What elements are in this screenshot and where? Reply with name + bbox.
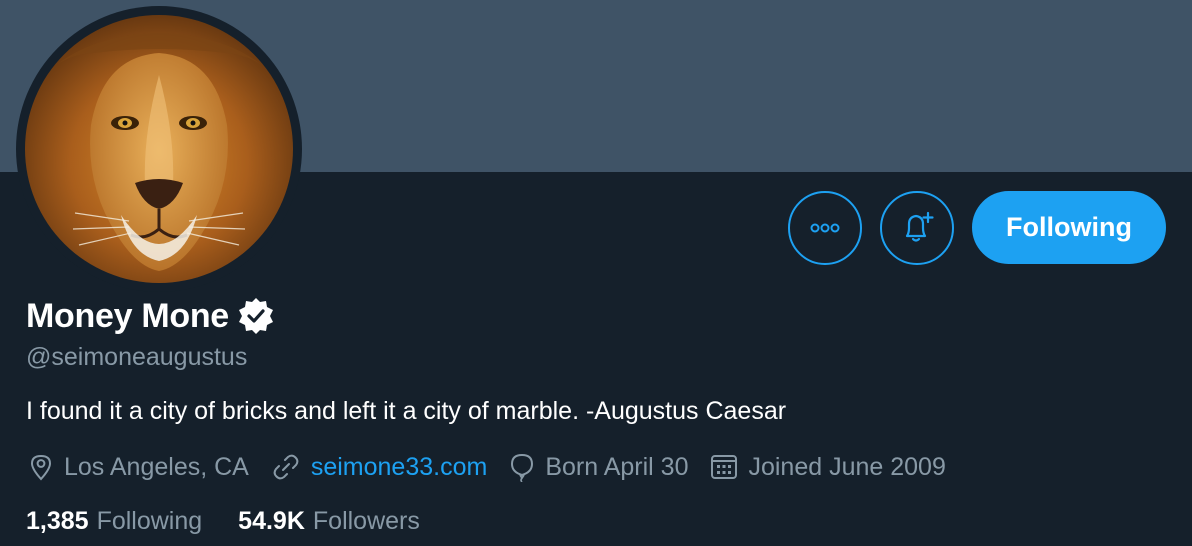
followers-stat[interactable]: 54.9K Followers <box>238 507 420 536</box>
lion-avatar-icon <box>25 15 293 283</box>
following-label: Following <box>96 506 203 535</box>
location-pin-icon <box>30 454 52 481</box>
profile-bio: I found it a city of bricks and left it … <box>26 397 787 425</box>
notifications-button[interactable] <box>880 191 954 265</box>
calendar-icon <box>711 455 738 479</box>
website-item[interactable]: seimone33.com <box>271 453 487 482</box>
profile-meta: Los Angeles, CA seimone33.com Born April… <box>28 449 968 485</box>
followers-count: 54.9K <box>238 506 305 535</box>
following-button[interactable]: Following <box>972 191 1166 264</box>
balloon-icon <box>511 453 534 482</box>
joined-item: Joined June 2009 <box>710 452 946 482</box>
followers-label: Followers <box>312 506 420 535</box>
profile-stats: 1,385 Following 54.9K Followers <box>26 503 456 539</box>
display-name: Money Mone <box>26 296 229 335</box>
link-icon <box>273 454 299 480</box>
website-link[interactable]: seimone33.com <box>311 453 487 482</box>
location-text: Los Angeles, CA <box>64 452 249 481</box>
following-stat[interactable]: 1,385 Following <box>26 507 202 536</box>
bell-plus-icon <box>905 211 934 242</box>
more-button[interactable] <box>788 191 862 265</box>
more-icon <box>810 223 840 233</box>
user-handle: @seimoneaugustus <box>26 343 248 371</box>
birthday-text: Born April 30 <box>545 452 689 481</box>
verified-badge-icon <box>236 296 276 336</box>
name-row: Money Mone <box>26 294 276 338</box>
avatar[interactable] <box>25 15 293 283</box>
joined-text: Joined June 2009 <box>748 452 946 481</box>
following-count: 1,385 <box>26 506 89 535</box>
location-item: Los Angeles, CA <box>28 453 249 482</box>
birthday-item: Born April 30 <box>509 452 688 482</box>
